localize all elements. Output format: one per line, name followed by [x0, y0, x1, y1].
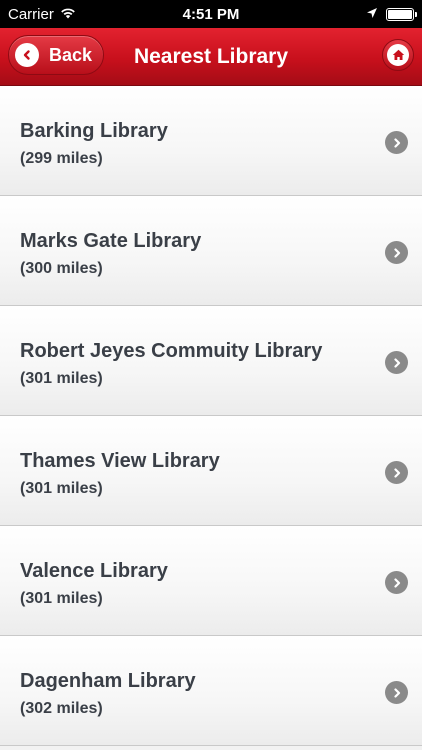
library-distance: (300 miles) [20, 260, 103, 277]
status-bar-left: Carrier [8, 6, 76, 23]
library-name: Dagenham Library [20, 670, 196, 692]
chevron-right-icon [385, 351, 408, 374]
library-name: Robert Jeyes Commuity Library [20, 340, 323, 362]
library-distance: (302 miles) [20, 700, 103, 717]
list-item[interactable]: Thames View Library (301 miles) [0, 416, 422, 526]
carrier-label: Carrier [8, 5, 54, 23]
library-distance: (301 miles) [20, 590, 103, 607]
location-arrow-icon [366, 6, 378, 23]
chevron-right-icon [385, 461, 408, 484]
chevron-right-icon [385, 681, 408, 704]
library-distance: (301 miles) [20, 480, 103, 497]
list-item[interactable]: Barking Library (299 miles) [0, 86, 422, 196]
home-icon [387, 44, 409, 66]
back-button-label: Back [49, 44, 93, 65]
chevron-right-icon [385, 131, 408, 154]
library-name: Valence Library [20, 560, 168, 582]
back-button[interactable]: Back [8, 35, 104, 75]
library-name: Thames View Library [20, 450, 220, 472]
wifi-icon [60, 6, 76, 23]
library-distance: (299 miles) [20, 150, 103, 167]
library-name: Marks Gate Library [20, 230, 202, 252]
chevron-right-icon [385, 571, 408, 594]
library-name: Barking Library [20, 120, 168, 142]
status-bar: Carrier 4:51 PM [0, 0, 422, 28]
chevron-right-icon [385, 241, 408, 264]
chevron-left-icon [15, 43, 39, 67]
battery-icon [386, 7, 417, 21]
status-bar-right [366, 6, 417, 23]
list-item[interactable]: Robert Jeyes Commuity Library (301 miles… [0, 306, 422, 416]
home-button[interactable] [382, 39, 414, 71]
list-item[interactable]: Dagenham Library (302 miles) [0, 636, 422, 746]
list-item[interactable]: Valence Library (301 miles) [0, 526, 422, 636]
list-item[interactable]: Marks Gate Library (300 miles) [0, 196, 422, 306]
navigation-bar: Back Nearest Library [0, 28, 422, 86]
library-list: Barking Library (299 miles) Marks Gate L… [0, 86, 422, 746]
library-distance: (301 miles) [20, 370, 103, 387]
